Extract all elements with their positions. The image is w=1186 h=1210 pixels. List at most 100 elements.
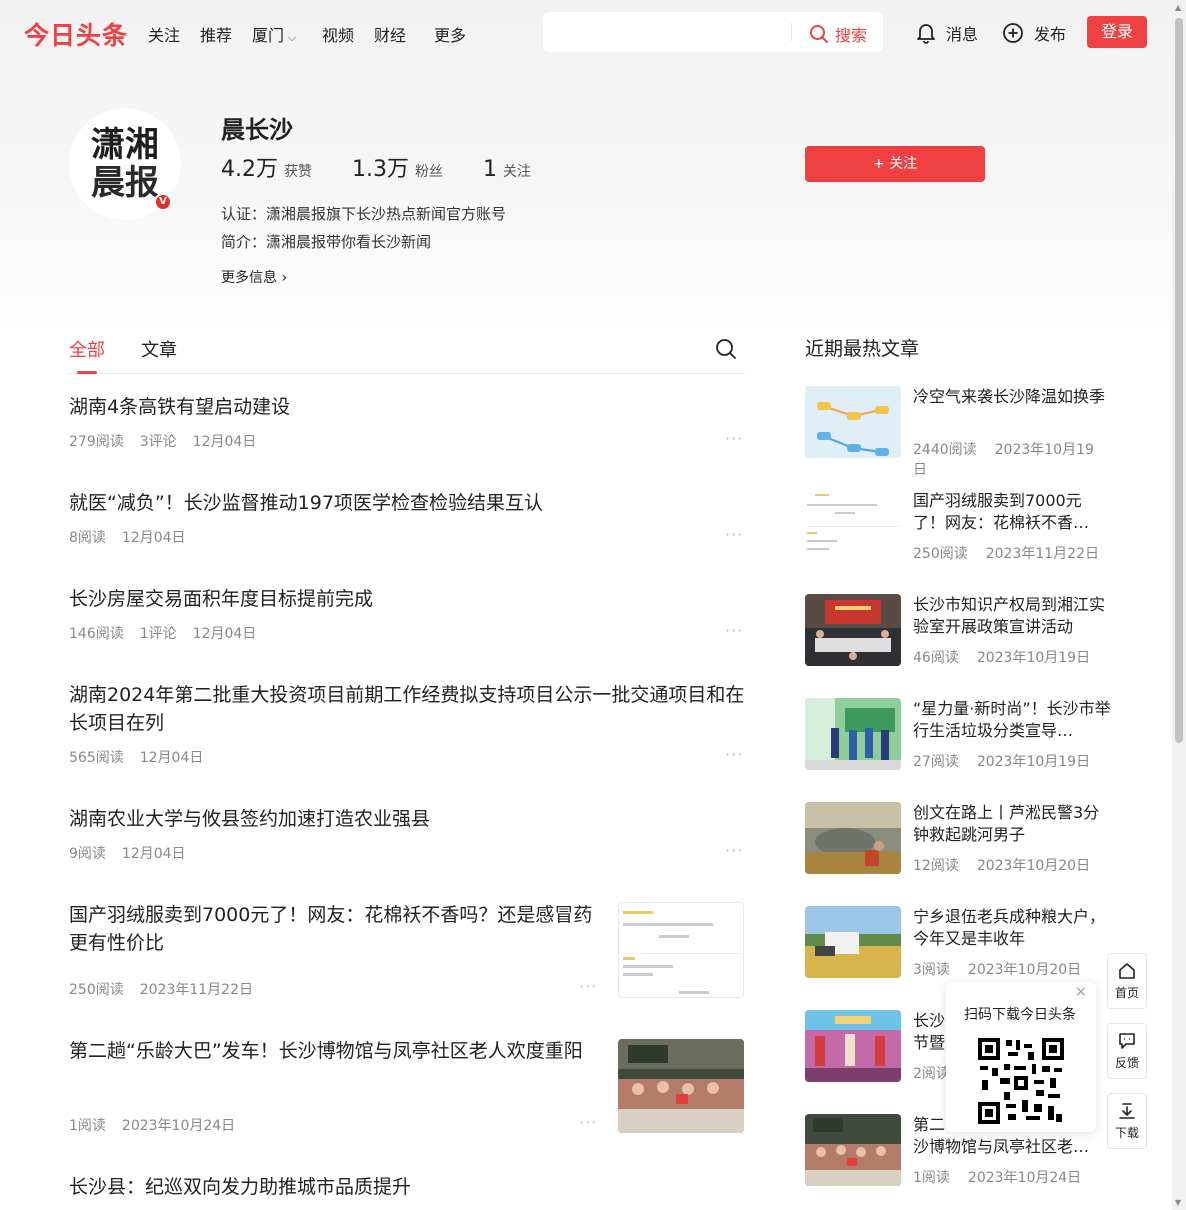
search-icon xyxy=(716,339,736,359)
avatar-line-1: 潇湘 xyxy=(91,125,159,165)
close-icon[interactable]: × xyxy=(1075,984,1087,1000)
nav-item-follow[interactable]: 关注 xyxy=(148,22,180,46)
scroll-up-arrow-icon[interactable]: ▲ xyxy=(1175,3,1181,12)
hot-article-reads: 3阅读 xyxy=(913,962,950,978)
nav-item-finance[interactable]: 财经 xyxy=(374,22,406,46)
hot-article-meta: 250阅读 2023年11月22日 xyxy=(913,543,1117,563)
home-label: 首页 xyxy=(1114,986,1139,1000)
article-meta: 8阅读 12月04日 xyxy=(69,527,202,547)
article-title[interactable]: 长沙房屋交易面积年度目标提前完成 xyxy=(69,585,745,613)
more-options-icon[interactable]: ··· xyxy=(725,525,743,544)
hot-article-reads: 1阅读 xyxy=(913,1170,950,1186)
download-label: 下载 xyxy=(1114,1126,1139,1140)
article-item[interactable]: 湖南农业大学与攸县签约加速打造农业强县 9阅读 12月04日 ··· xyxy=(69,805,745,862)
article-item[interactable]: 长沙县：纪巡双向发力助推城市品质提升 xyxy=(69,1173,745,1201)
article-title[interactable]: 长沙县：纪巡双向发力助推城市品质提升 xyxy=(69,1173,745,1201)
chevron-down-icon: ⌵ xyxy=(288,31,297,44)
more-options-icon[interactable]: ··· xyxy=(725,621,743,640)
hot-article-item[interactable]: 创文在路上丨芦淞民警3分钟救起跳河男子 12阅读 2023年10月20日 xyxy=(805,802,1125,874)
article-meta: 1阅读 2023年10月24日 xyxy=(69,1115,251,1135)
tab-articles[interactable]: 文章 xyxy=(141,336,177,362)
article-reads: 9阅读 xyxy=(69,846,106,862)
nav-item-more[interactable]: 更多 xyxy=(434,22,466,46)
nav-item-recommend[interactable]: 推荐 xyxy=(200,22,232,46)
article-title[interactable]: 第二趟“乐龄大巴”发车！长沙博物馆与凤亭社区老人欢度重阳 xyxy=(69,1037,599,1065)
article-item[interactable]: 国产羽绒服卖到7000元了！网友：花棉袄不香吗？还是感冒药更有性价比 250阅读… xyxy=(69,901,745,998)
feedback-button[interactable]: 反馈 xyxy=(1107,1023,1147,1079)
download-icon xyxy=(1119,1103,1135,1119)
search-divider xyxy=(791,23,792,41)
follow-button[interactable]: + 关注 xyxy=(805,146,985,182)
hot-article-item[interactable]: 长沙市知识产权局到湘江实验室开展政策宣讲活动 46阅读 2023年10月19日 xyxy=(805,594,1125,666)
more-options-icon[interactable]: ··· xyxy=(725,745,743,764)
article-item[interactable]: 湖南4条高铁有望启动建设 279阅读 3评论 12月04日 ··· xyxy=(69,393,745,450)
hot-article-date: 2023年10月19日 xyxy=(976,754,1091,770)
nav-item-city-label: 厦门 xyxy=(252,26,285,45)
hot-article-thumbnail[interactable] xyxy=(805,698,901,770)
nav-item-video[interactable]: 视频 xyxy=(322,22,354,46)
article-item[interactable]: 长沙房屋交易面积年度目标提前完成 146阅读 1评论 12月04日 ··· xyxy=(69,585,745,642)
article-thumbnail[interactable] xyxy=(618,902,744,998)
messages-button[interactable]: 消息 xyxy=(916,21,978,45)
hot-article-date: 2023年10月24日 xyxy=(967,1170,1082,1186)
article-title[interactable]: 国产羽绒服卖到7000元了！网友：花棉袄不香吗？还是感冒药更有性价比 xyxy=(69,901,599,957)
article-item[interactable]: 第二趟“乐龄大巴”发车！长沙博物馆与凤亭社区老人欢度重阳 1阅读 2023年10… xyxy=(69,1037,745,1134)
article-title[interactable]: 湖南4条高铁有望启动建设 xyxy=(69,393,745,421)
hot-article-item[interactable]: 冷空气来袭长沙降温如换季 2440阅读 2023年10月19日 xyxy=(805,386,1125,478)
scroll-down-arrow-icon[interactable]: ▼ xyxy=(1175,1198,1181,1207)
hot-article-title-line-2: 沙博物馆与凤亭社区老… xyxy=(913,1137,1090,1156)
article-title[interactable]: 湖南农业大学与攸县签约加速打造农业强县 xyxy=(69,805,745,833)
hot-article-thumbnail[interactable] xyxy=(805,906,901,978)
search-box[interactable]: 搜索 xyxy=(543,12,883,52)
article-thumbnail[interactable] xyxy=(618,1039,744,1133)
avatar-line-2: 晨报 xyxy=(91,163,159,203)
hot-article-title[interactable]: 国产羽绒服卖到7000元了！网友：花棉袄不香… xyxy=(913,490,1113,534)
hot-article-thumbnail[interactable] xyxy=(805,594,901,666)
hot-article-title[interactable]: 宁乡退伍老兵成种粮大户，今年又是丰收年 xyxy=(913,906,1113,950)
publish-button[interactable]: 发布 xyxy=(1002,21,1066,45)
tab-all[interactable]: 全部 xyxy=(69,336,105,362)
more-options-icon[interactable]: ··· xyxy=(579,977,597,996)
hot-article-title[interactable]: “星力量·新时尚”！长沙市举行生活垃圾分类宣导… xyxy=(913,698,1113,742)
home-button[interactable]: 首页 xyxy=(1107,953,1147,1009)
scrollbar-thumb[interactable] xyxy=(1175,18,1183,743)
qr-code-image xyxy=(978,1038,1064,1128)
more-options-icon[interactable]: ··· xyxy=(579,1113,597,1132)
scrollbar[interactable]: ▲ ▼ xyxy=(1172,0,1186,1210)
feed-search-button[interactable] xyxy=(715,338,737,364)
article-item[interactable]: 湖南2024年第二批重大投资项目前期工作经费拟支持项目公示一批交通项目和在长项目… xyxy=(69,681,745,766)
article-title[interactable]: 湖南2024年第二批重大投资项目前期工作经费拟支持项目公示一批交通项目和在长项目… xyxy=(69,681,745,737)
nav-item-city[interactable]: 厦门 ⌵ xyxy=(252,22,296,46)
hot-article-thumbnail[interactable] xyxy=(805,490,901,562)
more-options-icon[interactable]: ··· xyxy=(725,429,743,448)
hot-article-reads: 2阅读 xyxy=(913,1066,950,1082)
hot-article-item[interactable]: 宁乡退伍老兵成种粮大户，今年又是丰收年 3阅读 2023年10月20日 xyxy=(805,906,1125,978)
hot-article-item[interactable]: 国产羽绒服卖到7000元了！网友：花棉袄不香… 250阅读 2023年11月22日 xyxy=(805,490,1125,562)
stat-fans[interactable]: 1.3万 粉丝 xyxy=(352,151,443,183)
hot-article-thumbnail[interactable] xyxy=(805,802,901,874)
stat-following[interactable]: 1 关注 xyxy=(483,157,531,182)
hot-article-thumbnail[interactable] xyxy=(805,386,901,458)
messages-label: 消息 xyxy=(946,25,979,44)
hot-article-title[interactable]: 长沙市知识产权局到湘江实验室开展政策宣讲活动 xyxy=(913,594,1113,638)
hot-article-date: 2023年10月20日 xyxy=(976,858,1091,874)
hot-article-thumbnail[interactable] xyxy=(805,1114,901,1186)
download-button[interactable]: 下载 xyxy=(1107,1093,1147,1149)
hot-article-date: 2023年11月22日 xyxy=(985,546,1099,562)
search-button[interactable]: 搜索 xyxy=(809,22,867,46)
profile-certification: 认证：潇湘晨报旗下长沙热点新闻官方账号 xyxy=(221,205,507,223)
fans-label: 粉丝 xyxy=(415,164,443,180)
article-item[interactable]: 就医“减负”！长沙监督推动197项医学检查检验结果互认 8阅读 12月04日 ·… xyxy=(69,489,745,546)
screenshot-thumbnail-image xyxy=(623,911,741,994)
login-button[interactable]: 登录 xyxy=(1087,16,1147,48)
article-reads: 8阅读 xyxy=(69,530,106,546)
more-options-icon[interactable]: ··· xyxy=(725,841,743,860)
article-title[interactable]: 就医“减负”！长沙监督推动197项医学检查检验结果互认 xyxy=(69,489,745,517)
logo[interactable]: 今日头条 xyxy=(24,16,128,52)
hot-article-title[interactable]: 冷空气来袭长沙降温如换季 xyxy=(913,386,1113,408)
hot-article-item[interactable]: “星力量·新时尚”！长沙市举行生活垃圾分类宣导… 27阅读 2023年10月19日 xyxy=(805,698,1125,770)
hot-article-thumbnail[interactable] xyxy=(805,1010,901,1082)
hot-article-title[interactable]: 创文在路上丨芦淞民警3分钟救起跳河男子 xyxy=(913,802,1113,846)
more-info-link[interactable]: 更多信息 › xyxy=(221,267,287,287)
article-date: 12月04日 xyxy=(139,750,204,766)
